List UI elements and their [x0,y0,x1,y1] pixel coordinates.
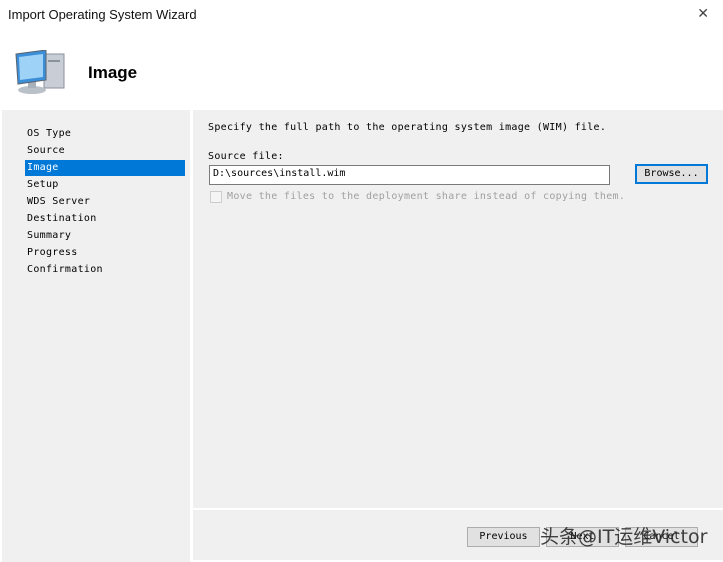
nav-item-setup[interactable]: Setup [25,177,185,193]
source-file-label: Source file: [208,151,284,162]
main-panel: Specify the full path to the operating s… [193,110,723,508]
instruction-text: Specify the full path to the operating s… [208,122,607,133]
wizard-nav: OS Type Source Image Setup WDS Server De… [2,110,190,562]
move-files-checkbox[interactable] [210,191,222,203]
move-files-label: Move the files to the deployment share i… [227,191,626,202]
nav-item-destination[interactable]: Destination [25,211,185,227]
close-button[interactable]: ✕ [697,5,709,22]
page-title: Image [88,63,138,82]
browse-button[interactable]: Browse... [635,164,708,184]
nav-item-summary[interactable]: Summary [25,228,185,244]
window-title: Import Operating System Wizard [8,7,197,22]
nav-item-image[interactable]: Image [25,160,185,176]
nav-item-confirmation[interactable]: Confirmation [25,262,185,278]
nav-item-wds-server[interactable]: WDS Server [25,194,185,210]
nav-item-os-type[interactable]: OS Type [25,126,185,142]
nav-item-source[interactable]: Source [25,143,185,159]
watermark: 头条@IT运维Victor [540,526,708,548]
computer-icon [15,50,65,94]
nav-item-progress[interactable]: Progress [25,245,185,261]
previous-button[interactable]: Previous [467,527,540,547]
source-file-input[interactable]: D:\sources\install.wim [209,165,610,185]
